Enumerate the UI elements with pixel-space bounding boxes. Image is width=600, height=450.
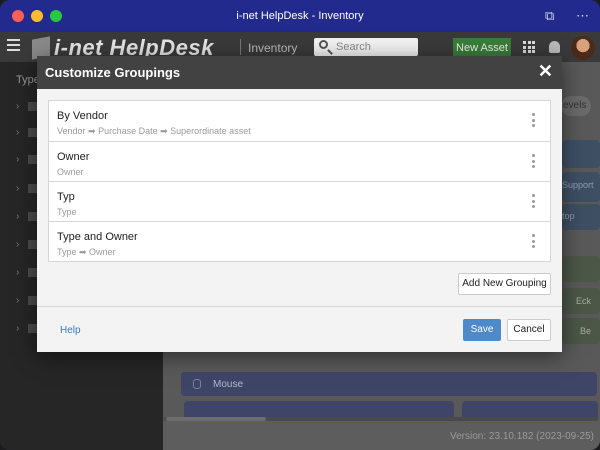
close-icon[interactable]: ✕ xyxy=(538,61,553,82)
grouping-name: By Vendor xyxy=(57,110,108,122)
help-link[interactable]: Help xyxy=(60,325,81,336)
grouping-item[interactable]: By Vendor Vendor ➡ Purchase Date ➡ Super… xyxy=(49,101,550,141)
grouping-name: Owner xyxy=(57,151,90,163)
cast-icon[interactable]: ⧉ xyxy=(545,8,554,24)
drag-handle-icon[interactable] xyxy=(532,194,535,208)
drag-handle-icon[interactable] xyxy=(532,113,535,127)
chevron-right-icon: › xyxy=(16,239,20,250)
grouping-item[interactable]: Type and Owner Type ➡ Owner xyxy=(49,221,550,261)
window-title: i-net HelpDesk - Inventory xyxy=(236,10,364,22)
search-icon xyxy=(319,40,328,49)
top-card: top xyxy=(562,204,600,230)
drag-handle-icon[interactable] xyxy=(532,154,535,168)
search-placeholder: Search xyxy=(336,41,371,53)
apps-grid-icon[interactable] xyxy=(523,41,535,53)
chevron-right-icon: › xyxy=(16,183,20,194)
grouping-item[interactable]: Typ Type xyxy=(49,181,550,221)
search-input[interactable]: Search xyxy=(314,38,418,56)
background-card xyxy=(562,140,600,168)
dialog-title: Customize Groupings xyxy=(45,65,181,80)
grouping-path: Vendor ➡ Purchase Date ➡ Superordinate a… xyxy=(57,126,251,136)
title-bar: i-net HelpDesk - Inventory ⧉ ⋯ xyxy=(0,0,600,32)
chevron-right-icon: › xyxy=(16,127,20,138)
user-avatar[interactable] xyxy=(571,36,595,60)
more-icon[interactable]: ⋯ xyxy=(576,8,589,24)
save-button[interactable]: Save xyxy=(463,319,501,341)
dialog-header: Customize Groupings ✕ xyxy=(37,56,562,89)
dialog-footer: Help Save Cancel xyxy=(37,306,562,352)
notifications-bell-icon[interactable] xyxy=(549,41,560,53)
background-card xyxy=(562,256,600,282)
menu-icon[interactable] xyxy=(7,39,20,51)
customize-groupings-dialog: Customize Groupings ✕ By Vendor Vendor ➡… xyxy=(37,56,562,352)
version-text: Version: 23.10.182 (2023-09-25) xyxy=(450,431,594,442)
mouse-icon xyxy=(193,379,201,389)
chevron-right-icon: › xyxy=(16,211,20,222)
version-bar: Version: 23.10.182 (2023-09-25) xyxy=(163,421,600,450)
chevron-right-icon: › xyxy=(16,154,20,165)
chevron-right-icon: › xyxy=(16,267,20,278)
section-label: Inventory xyxy=(248,41,298,55)
grouping-name: Typ xyxy=(57,191,75,203)
horizontal-scrollbar[interactable] xyxy=(164,417,598,421)
mouse-group-row[interactable]: Mouse xyxy=(181,372,597,396)
support-card: Support xyxy=(562,172,600,202)
grouping-name: Type and Owner xyxy=(57,231,138,243)
grouping-path: Type ➡ Owner xyxy=(57,247,116,257)
chevron-right-icon: › xyxy=(16,323,20,334)
grouping-path: Owner xyxy=(57,167,84,177)
grouping-path: Type xyxy=(57,207,77,217)
eck-card: Eck xyxy=(562,288,600,314)
new-asset-button[interactable]: New Asset xyxy=(453,38,511,58)
chevron-right-icon: › xyxy=(16,295,20,306)
mouse-label: Mouse xyxy=(213,379,244,390)
cancel-button[interactable]: Cancel xyxy=(507,319,551,341)
grouping-item[interactable]: Owner Owner xyxy=(49,141,550,181)
be-card: Be xyxy=(562,318,600,344)
levels-button[interactable]: evels xyxy=(561,96,591,116)
app-window: i-net HelpDesk - Inventory ⧉ ⋯ i-net Hel… xyxy=(0,0,600,450)
groupings-list: By Vendor Vendor ➡ Purchase Date ➡ Super… xyxy=(48,100,551,262)
chevron-right-icon: › xyxy=(16,101,20,112)
toolbar-divider xyxy=(240,39,241,55)
drag-handle-icon[interactable] xyxy=(532,234,535,248)
add-new-grouping-button[interactable]: Add New Grouping xyxy=(458,273,551,295)
